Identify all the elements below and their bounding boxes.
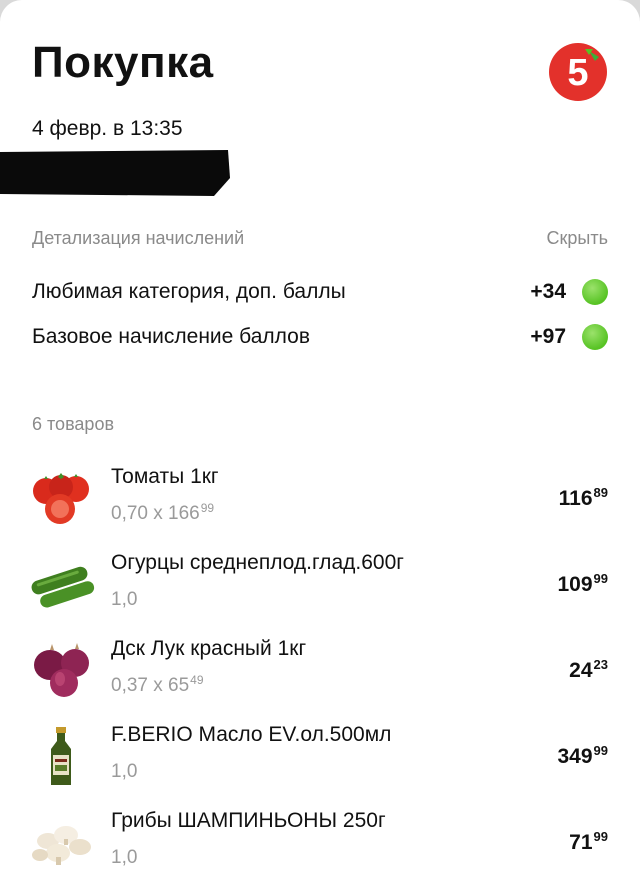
cucumber-icon (31, 566, 95, 608)
bonus-status-dot-icon (582, 324, 608, 350)
items-count: 6 товаров (32, 414, 115, 434)
redacted-store-name (0, 150, 230, 196)
bonus-details-heading: Детализация начислений (32, 228, 245, 248)
list-item[interactable]: Огурцы среднеплод.глад.600г 1,0 10999 (0, 551, 640, 631)
bonus-points: +97 (530, 325, 566, 348)
item-price: 7199 (569, 829, 608, 854)
bonus-row: Базовое начисление баллов +97 (32, 323, 610, 351)
list-item[interactable]: Томаты 1кг 0,70 х 16699 11689 (0, 465, 640, 545)
item-price: 34999 (557, 743, 608, 768)
mushrooms-icon (32, 826, 91, 865)
item-name: F.BERIO Масло EV.ол.500мл (111, 723, 392, 746)
item-price: 2423 (569, 657, 608, 682)
red-onion-icon (34, 643, 89, 697)
bonus-details-header: Детализация начислений Скрыть (32, 228, 608, 252)
item-quantity: 1,0 (111, 847, 138, 868)
item-name: Дск Лук красный 1кг (111, 637, 307, 660)
pyaterochka-logo-icon: 5 (549, 43, 607, 101)
hide-details-button[interactable]: Скрыть (547, 228, 608, 249)
list-item[interactable]: F.BERIO Масло EV.ол.500мл 1,0 34999 (0, 723, 640, 803)
list-item[interactable]: Грибы ШАМПИНЬОНЫ 250г 1,0 7199 (0, 809, 640, 880)
receipt-sheet: Покупка 5 4 февр. в 13:35 Детализация на… (0, 0, 640, 880)
purchase-date: 4 февр. в 13:35 (32, 117, 183, 140)
list-item[interactable]: Дск Лук красный 1кг 0,37 х 6549 2423 (0, 637, 640, 717)
bonus-points: +34 (530, 280, 566, 303)
olive-oil-bottle-icon (51, 727, 71, 785)
item-quantity: 1,0 (111, 589, 138, 610)
item-name: Грибы ШАМПИНЬОНЫ 250г (111, 809, 386, 832)
tomato-icon (33, 473, 89, 524)
item-quantity: 0,70 х 16699 (111, 501, 215, 524)
item-name: Огурцы среднеплод.глад.600г (111, 551, 404, 574)
bonus-label: Базовое начисление баллов (32, 325, 310, 348)
bonus-row: Любимая категория, доп. баллы +34 (32, 278, 610, 306)
item-quantity: 1,0 (111, 761, 138, 782)
item-price: 10999 (557, 571, 608, 596)
logo-text: 5 (567, 52, 588, 94)
bonus-label: Любимая категория, доп. баллы (32, 280, 346, 303)
page-title: Покупка (32, 38, 214, 87)
item-name: Томаты 1кг (111, 465, 219, 488)
bonus-status-dot-icon (582, 279, 608, 305)
item-quantity: 0,37 х 6549 (111, 673, 204, 696)
item-price: 11689 (558, 485, 608, 510)
